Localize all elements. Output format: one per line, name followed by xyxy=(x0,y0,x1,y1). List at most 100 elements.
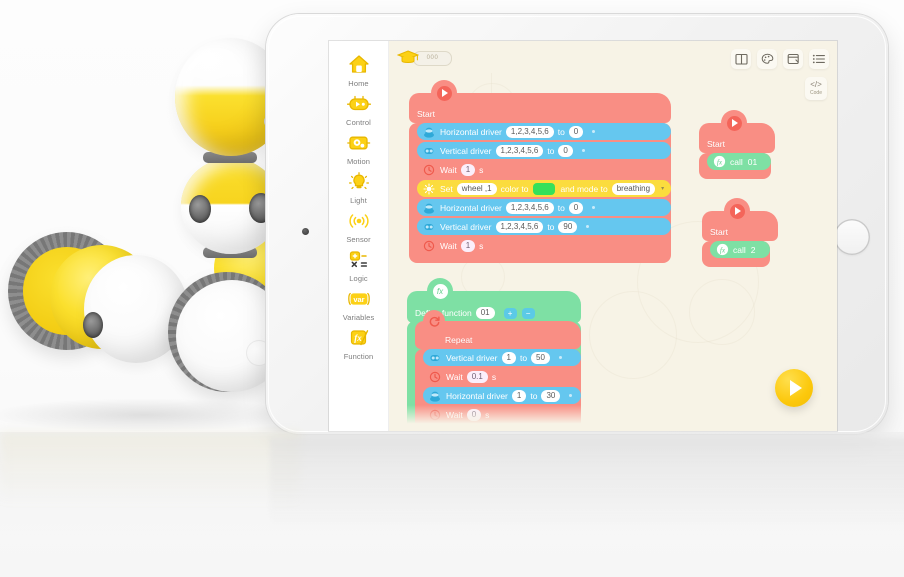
appearance-button[interactable] xyxy=(757,49,777,69)
degree-icon xyxy=(592,130,596,133)
angle-field[interactable]: 50 xyxy=(531,351,550,364)
category-sidebar: Home Control Motion Light Sensor Logic v… xyxy=(329,41,389,431)
color-swatch[interactable] xyxy=(533,182,556,195)
driver-horizontal-icon xyxy=(422,125,436,139)
mode-to-label: and mode to xyxy=(560,183,608,194)
call-label: call xyxy=(733,244,746,255)
sidebar-item-logic[interactable]: Logic xyxy=(329,247,388,283)
port-field[interactable]: 1,2,3,4,5,6 xyxy=(495,144,544,157)
sidebar-item-variables[interactable]: var Variables xyxy=(329,286,388,322)
block-label: Vertical driver xyxy=(440,221,492,232)
start-stack-body: fx call 01 xyxy=(699,153,772,179)
angle-field[interactable]: 0 xyxy=(558,144,573,157)
graduation-cap-icon xyxy=(397,49,419,67)
sidebar-item-home[interactable]: Home xyxy=(329,51,388,88)
tablet-home-button[interactable] xyxy=(834,219,870,255)
call-function-block[interactable]: fx call 01 xyxy=(707,153,772,170)
duration-field[interactable]: 0.1 xyxy=(466,370,488,383)
horizontal-driver-block[interactable]: Horizontal driver 1,2,3,4,5,6 to 0 xyxy=(417,199,672,216)
play-triangle-icon xyxy=(790,380,802,396)
svg-text:fx: fx xyxy=(354,333,362,343)
remove-parameter-button[interactable]: − xyxy=(521,307,535,319)
port-field[interactable]: 1 xyxy=(501,351,516,364)
function-fx-icon: fx xyxy=(345,325,373,351)
vertical-driver-block[interactable]: Vertical driver 1,2,3,4,5,6 to 90 xyxy=(417,218,672,235)
angle-field[interactable]: 30 xyxy=(541,389,561,402)
angle-field[interactable]: 0 xyxy=(568,201,584,214)
variables-var-icon: var xyxy=(345,286,373,312)
start-hat-block[interactable]: Start xyxy=(702,198,778,241)
start-hat-block[interactable]: Start xyxy=(409,80,672,123)
wait-block[interactable]: Wait 1 s xyxy=(417,161,672,178)
block-to-label: to xyxy=(557,126,565,137)
call-function-id: 01 xyxy=(747,156,758,167)
angle-field[interactable]: 90 xyxy=(558,220,578,233)
light-target-field[interactable]: wheel ,1 xyxy=(456,182,497,195)
run-play-button[interactable] xyxy=(775,369,813,407)
sidebar-item-label: Sensor xyxy=(346,235,371,244)
side-program-stack-1[interactable]: Start fx call 01 xyxy=(699,110,775,179)
sidebar-item-sensor[interactable]: Sensor xyxy=(329,208,388,244)
sidebar-item-label: Light xyxy=(350,196,367,205)
modular-robot-photo xyxy=(0,0,300,470)
block-label: Wait xyxy=(446,371,463,382)
color-to-label: color to xyxy=(500,183,529,194)
port-field[interactable]: 1,2,3,4,5,6 xyxy=(495,220,544,233)
sidebar-item-light[interactable]: Light xyxy=(329,169,388,205)
canvas-bottom-fade xyxy=(389,405,837,431)
start-stack-body: fx call 2 xyxy=(702,241,770,267)
duration-field[interactable]: 1 xyxy=(460,163,476,176)
program-canvas[interactable]: 0 0 0 </> Code Start Horizontal driver 1,2… xyxy=(389,41,837,431)
function-id-field[interactable]: 01 xyxy=(475,307,495,319)
horizontal-driver-block[interactable]: Horizontal driver 1 to 30 xyxy=(423,387,582,404)
clock-icon xyxy=(422,239,436,253)
call-function-block[interactable]: fx call 2 xyxy=(710,241,770,258)
tablet-reflection xyxy=(270,438,904,568)
repeat-block[interactable]: Repeat xyxy=(415,310,582,349)
sidebar-item-motion[interactable]: Motion xyxy=(329,130,388,166)
course-badge[interactable]: 000 xyxy=(397,49,452,67)
block-label: Wait xyxy=(440,164,457,175)
code-view-button[interactable]: </> Code xyxy=(805,77,827,100)
code-brackets-icon: </> xyxy=(810,80,822,89)
duration-field[interactable]: 1 xyxy=(460,239,476,252)
sidebar-item-label: Motion xyxy=(346,157,371,166)
start-hat-block[interactable]: Start xyxy=(699,110,775,153)
side-program-stack-2[interactable]: Start fx call 2 xyxy=(702,198,778,267)
wait-block[interactable]: Wait 0.1 s xyxy=(423,368,582,385)
save-project-button[interactable] xyxy=(783,49,803,69)
port-field[interactable]: 1,2,3,4,5,6 xyxy=(505,125,554,138)
degree-icon xyxy=(586,225,590,228)
add-parameter-button[interactable]: + xyxy=(503,307,517,319)
canvas-toolbar xyxy=(731,49,829,69)
block-to-label: to xyxy=(557,202,565,213)
svg-text:fx: fx xyxy=(719,245,725,254)
light-mode-field[interactable]: breathing xyxy=(611,182,656,195)
horizontal-driver-block[interactable]: Horizontal driver 1,2,3,4,5,6 to 0 xyxy=(417,123,672,140)
course-badge-label: 000 xyxy=(426,55,439,61)
degree-icon xyxy=(592,206,596,209)
main-program-stack[interactable]: Start Horizontal driver 1,2,3,4,5,6 to 0 xyxy=(409,80,672,263)
wait-block[interactable]: Wait 1 s xyxy=(417,237,672,254)
sidebar-item-control[interactable]: Control xyxy=(329,91,388,127)
menu-list-button[interactable] xyxy=(809,49,829,69)
driver-horizontal-icon xyxy=(428,389,442,403)
book-icon xyxy=(734,53,748,65)
port-field[interactable]: 1,2,3,4,5,6 xyxy=(505,201,554,214)
save-window-icon xyxy=(787,53,800,65)
call-function-id: 2 xyxy=(750,244,756,255)
control-robot-icon xyxy=(345,91,373,117)
vertical-driver-block[interactable]: Vertical driver 1,2,3,4,5,6 to 0 xyxy=(417,142,672,159)
set-light-block[interactable]: Set wheel ,1 color to and mode to breath… xyxy=(417,180,672,197)
port-field[interactable]: 1 xyxy=(511,389,527,402)
vertical-driver-block[interactable]: Vertical driver 1 to 50 xyxy=(423,349,582,366)
tutorial-book-button[interactable] xyxy=(731,49,751,69)
function-call-icon: fx xyxy=(712,155,726,169)
app-screen: Home Control Motion Light Sensor Logic v… xyxy=(329,41,837,431)
tablet-camera xyxy=(302,228,309,235)
canvas-watermark xyxy=(689,279,755,345)
angle-field[interactable]: 0 xyxy=(568,125,584,138)
start-label: Start xyxy=(707,139,725,149)
robot-reflection xyxy=(0,432,300,552)
sidebar-item-function[interactable]: fx Function xyxy=(329,325,388,361)
